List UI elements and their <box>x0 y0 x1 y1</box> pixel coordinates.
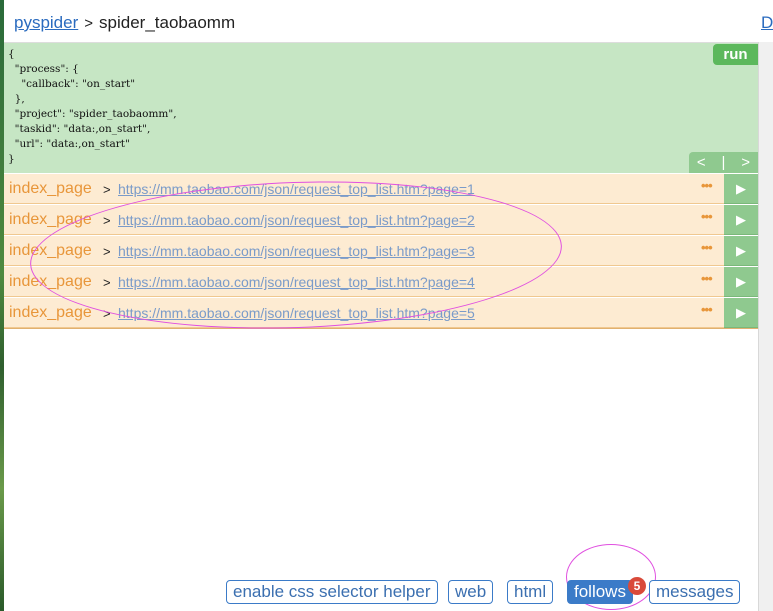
json-line: "taskid": "data:,on_start", <box>8 123 151 135</box>
tab-messages[interactable]: messages <box>649 580 741 604</box>
nav-separator: | <box>721 154 726 171</box>
play-icon[interactable]: ▶ <box>724 298 758 328</box>
task-nav-group: < | > <box>689 152 758 173</box>
tab-follows[interactable]: follows <box>567 580 633 604</box>
json-line: "project": "spider_taobaomm", <box>8 108 177 120</box>
tab-html[interactable]: html <box>507 580 554 604</box>
home-link[interactable]: pyspider <box>14 13 78 32</box>
json-line: "process": { <box>8 63 79 75</box>
more-icon[interactable]: ••• <box>701 209 713 224</box>
callback-name: index_page <box>9 180 92 197</box>
arrow-separator: > <box>103 182 111 197</box>
header-right-link[interactable]: D <box>761 13 773 33</box>
json-line: }, <box>8 93 25 105</box>
more-icon[interactable]: ••• <box>701 240 713 255</box>
json-line: } <box>8 153 15 165</box>
header-bar: pyspider > spider_taobaomm D <box>4 0 773 43</box>
next-button[interactable]: > <box>741 152 750 173</box>
play-icon[interactable]: ▶ <box>724 236 758 266</box>
play-icon[interactable]: ▶ <box>724 205 758 235</box>
json-line: { <box>8 48 15 60</box>
tab-css-selector-helper[interactable]: enable css selector helper <box>226 580 438 604</box>
task-panel: { "process": { "callback": "on_start" },… <box>4 43 758 173</box>
callback-name: index_page <box>9 304 92 321</box>
prev-button[interactable]: < <box>697 152 706 173</box>
json-line: "callback": "on_start" <box>8 78 136 90</box>
run-button[interactable]: run <box>713 44 758 65</box>
follows-count-badge: 5 <box>628 577 646 595</box>
right-scroll-gutter <box>758 42 773 611</box>
project-name: spider_taobaomm <box>99 13 236 32</box>
more-icon[interactable]: ••• <box>701 271 713 286</box>
more-icon[interactable]: ••• <box>701 178 713 193</box>
task-json: { "process": { "callback": "on_start" },… <box>4 43 758 167</box>
play-icon[interactable]: ▶ <box>724 174 758 204</box>
breadcrumb-separator: > <box>84 15 94 32</box>
more-icon[interactable]: ••• <box>701 302 713 317</box>
list-divider <box>4 328 758 329</box>
play-icon[interactable]: ▶ <box>724 267 758 297</box>
breadcrumb: pyspider > spider_taobaomm <box>14 13 235 33</box>
json-line: "url": "data:,on_start" <box>8 138 130 150</box>
tab-web[interactable]: web <box>448 580 494 604</box>
